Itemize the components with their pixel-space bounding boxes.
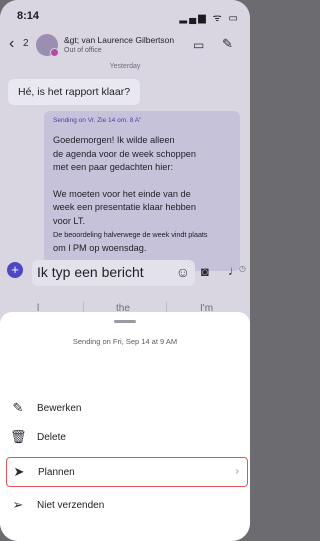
- status-icons: ▂▄▆ ᯤ ▭: [179, 13, 240, 24]
- day-divider: Yesterday: [109, 63, 141, 70]
- scheduled-message-body: Goedemorgen! Ik wilde alleen de agenda v…: [53, 134, 235, 255]
- scheduled-message[interactable]: Sending on Vr. Zie 14 om. 8 A" Goedemorg…: [44, 111, 246, 273]
- pencil-icon: ✎: [12, 400, 24, 415]
- sheet-title: Sending on Fri, Sep 14 at 9 AM: [72, 337, 178, 346]
- avatar[interactable]: [36, 34, 59, 57]
- unread-count-badge: 2: [23, 38, 29, 49]
- edit-label: Bewerken: [37, 403, 82, 414]
- message-line: om l PM op woensdag.: [53, 242, 147, 253]
- status-time: 8:14: [17, 10, 40, 22]
- send-clock-icon: ➤: [13, 464, 25, 479]
- back-icon[interactable]: ‹: [9, 35, 14, 53]
- chat-header: ‹ 2 &gt; van Laurence Gilbertson Out of …: [0, 28, 250, 64]
- message-line: voor LT.: [53, 215, 85, 226]
- message-line: week een presentatie klaar hebben: [53, 202, 197, 212]
- message-line: De beoordeling halverwege de week vindt …: [53, 230, 208, 239]
- sheet-grabber[interactable]: [114, 320, 136, 323]
- trash-icon: 🗑: [10, 429, 27, 444]
- dont-send-button[interactable]: ➢ Niet verzenden: [6, 491, 246, 521]
- delete-label: Delete: [37, 432, 66, 443]
- delete-button[interactable]: 🗑 Delete: [6, 423, 246, 453]
- emoji-icon[interactable]: ☺: [176, 264, 190, 280]
- message-input-placeholder: Ik typ een bericht: [37, 264, 144, 280]
- message-line: de agenda voor de week schoppen: [53, 148, 197, 159]
- contact-name[interactable]: &gt; van Laurence Gilbertson: [64, 35, 174, 45]
- send-icon: ➢: [12, 497, 24, 512]
- action-sheet: Sending on Fri, Sep 14 at 9 AM ✎ Bewerke…: [0, 312, 250, 541]
- new-chat-icon[interactable]: ✎: [222, 36, 233, 52]
- dont-send-label: Niet verzenden: [37, 500, 105, 511]
- received-message[interactable]: Hé, is het rapport klaar?: [8, 79, 141, 105]
- schedule-button[interactable]: ➤ Plannen ›: [6, 457, 248, 487]
- presence-out-of-office-icon: [50, 48, 59, 57]
- schedule-label: Plannen: [38, 467, 75, 478]
- message-line: met een paar gedachten hier:: [53, 162, 174, 172]
- chevron-right-icon: ›: [235, 466, 239, 477]
- message-line: Goedemorgen! Ik wilde alleen: [53, 135, 175, 145]
- microphone-icon[interactable]: ♩: [228, 263, 241, 278]
- message-input[interactable]: Ik typ een bericht ☺: [32, 260, 195, 286]
- camera-icon[interactable]: ◙: [201, 264, 209, 279]
- edit-button[interactable]: ✎ Bewerken: [6, 394, 246, 424]
- status-bar: 8:14 ▂▄▆ ᯤ ▭: [0, 0, 250, 28]
- phone-screen: 8:14 ▂▄▆ ᯤ ▭ ‹ 2 &gt; van Laurence Gilbe…: [0, 0, 250, 541]
- message-line: We moeten voor het einde van de: [53, 188, 191, 199]
- scheduled-sending-label: Sending on Vr. Zie 14 om. 8 A": [53, 117, 142, 124]
- contact-status: Out of office: [64, 47, 102, 54]
- add-attachment-button[interactable]: +: [7, 262, 23, 278]
- video-call-icon[interactable]: ▭: [193, 38, 204, 52]
